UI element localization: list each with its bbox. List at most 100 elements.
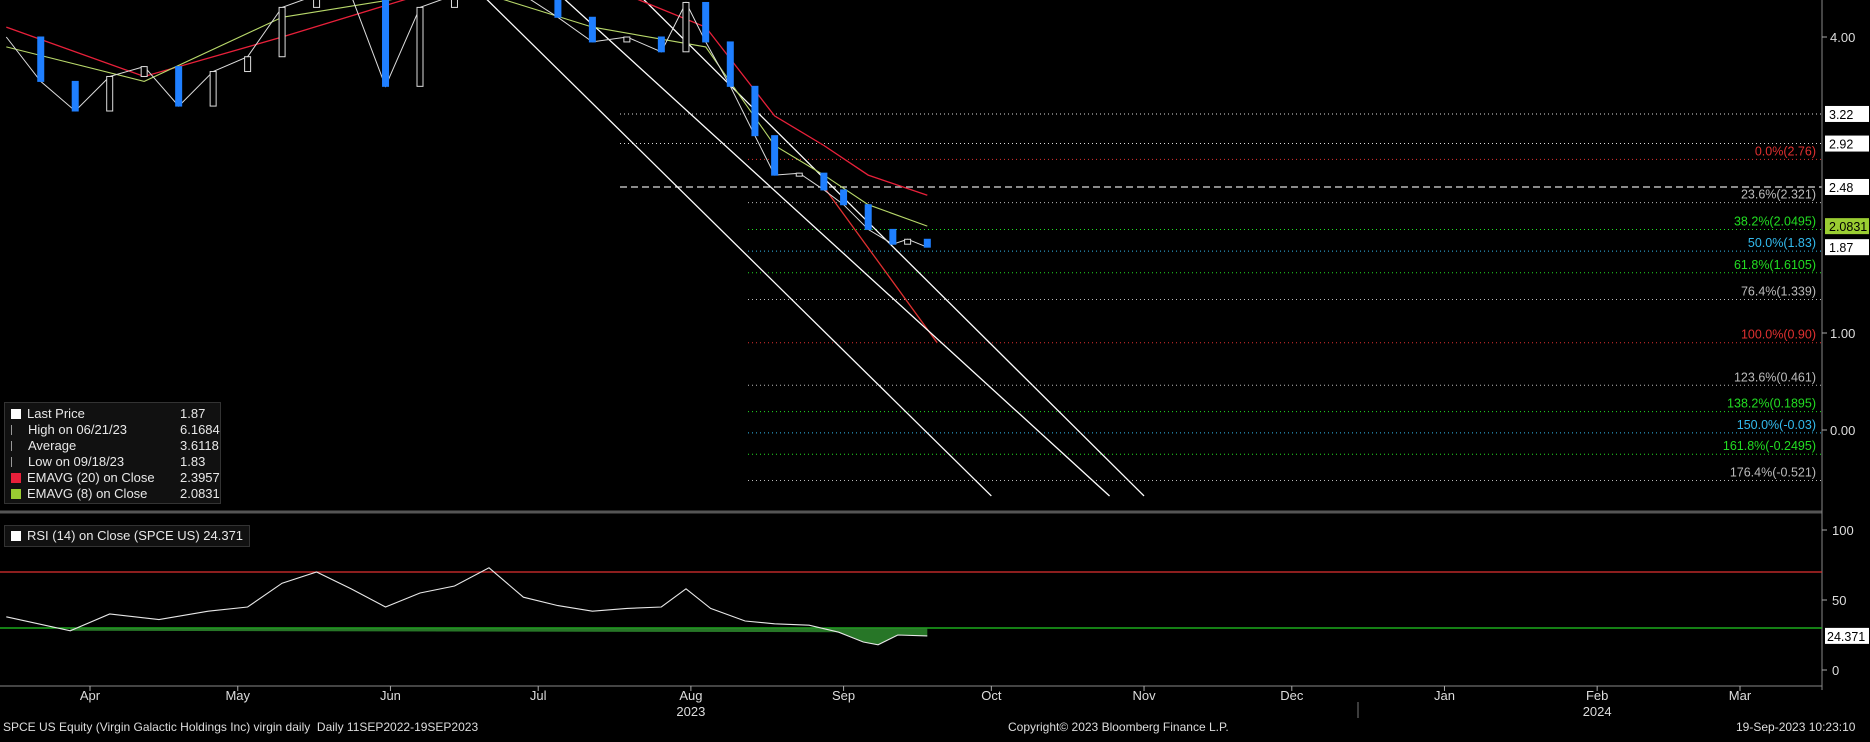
price-candle	[71, 80, 79, 112]
copyright-text: Copyright© 2023 Bloomberg Finance L.P.	[1008, 720, 1229, 734]
trend-line	[564, 0, 1110, 497]
price-candle	[382, 0, 390, 87]
price-candle	[682, 1, 690, 53]
fibonacci-levels: 0.0%(2.76) 23.6%(2.321) 38.2%(2.0495) 50.0%…	[620, 113, 1822, 482]
legend-swatch	[11, 489, 21, 499]
x-tick-label: Oct	[981, 688, 1002, 703]
price-candle	[771, 135, 779, 176]
price-candle	[923, 238, 931, 248]
timestamp-text: 19-Sep-2023 10:23:10	[1736, 720, 1856, 734]
price-wick-path	[5, 0, 928, 248]
x-tick-label: Apr	[80, 688, 101, 703]
trend-line	[823, 186, 938, 344]
year-label: 2024	[1583, 704, 1612, 719]
fib-level-label: 38.2%(2.0495)	[1734, 214, 1816, 228]
fib-level-label: 161.8%(-0.2495)	[1723, 439, 1816, 453]
legend-value: 2.3957	[180, 470, 220, 485]
legend-value: 1.83	[180, 454, 206, 469]
price-candle	[795, 172, 803, 177]
x-tick-label: Feb	[1586, 688, 1608, 703]
price-candle	[864, 204, 872, 230]
price-candle	[657, 36, 665, 53]
legend-item: EMAVG (8) on Close 2.0831	[11, 486, 220, 502]
price-candle	[313, 0, 321, 8]
price-candle	[702, 1, 710, 43]
fib-level-label: 23.6%(2.321)	[1741, 188, 1816, 202]
ema20-line	[6, 0, 928, 196]
legend-label: EMAVG (8) on Close	[27, 486, 148, 501]
legend-item: High on 06/21/23 6.1684	[11, 422, 220, 438]
x-tick-label: Jul	[530, 688, 547, 703]
fib-level-label: 123.6%(0.461)	[1734, 370, 1816, 384]
price-label-text: 2.92	[1829, 138, 1853, 152]
legend-value: 1.87	[180, 406, 206, 421]
x-tick-label: Aug	[679, 688, 702, 703]
ticker-text: SPCE US Equity (Virgin Galactic Holdings…	[3, 720, 311, 734]
legend-item: Low on 09/18/23 1.83	[11, 454, 205, 470]
rsi-tick-label: 100	[1832, 523, 1854, 538]
legend-item: Last Price 1.87	[11, 406, 205, 422]
rsi-legend: RSI (14) on Close (SPCE US) 24.371	[4, 525, 251, 547]
price-candle	[588, 16, 596, 43]
range-text: Daily 11SEP2022-19SEP2023	[316, 720, 479, 734]
x-tick-label: Nov	[1132, 688, 1156, 703]
x-tick-label: Mar	[1729, 688, 1752, 703]
price-label-text: 3.22	[1829, 108, 1853, 122]
rsi-swatch	[11, 531, 21, 541]
price-candle	[840, 189, 848, 206]
legend-swatch	[11, 473, 21, 483]
price-label-text: 1.87	[1829, 241, 1853, 255]
fib-level-label: 76.4%(1.339)	[1741, 285, 1816, 299]
x-tick-label: Jun	[380, 688, 401, 703]
legend-value: 6.1684	[180, 422, 220, 437]
price-candle	[416, 6, 424, 87]
fib-level-label: 150.0%(-0.03)	[1737, 418, 1816, 432]
price-candle	[37, 36, 45, 82]
x-tick-label: Dec	[1280, 688, 1304, 703]
x-tick-label: May	[225, 688, 250, 703]
legend-label: Low on 09/18/23	[28, 454, 125, 469]
trendlines	[486, 0, 1145, 497]
legend-swatch	[11, 409, 21, 419]
price-candle	[889, 228, 897, 245]
chart-canvas: 0.0%(2.76) 23.6%(2.321) 38.2%(2.0495) 50.0%…	[0, 0, 1869, 719]
fib-level-label: 176.4%(-0.521)	[1730, 466, 1816, 480]
fib-level-label: 61.8%(1.6105)	[1734, 258, 1816, 272]
price-candle	[751, 85, 759, 137]
legend-label: High on 06/21/23	[28, 422, 128, 437]
x-tick-label: Jan	[1434, 688, 1455, 703]
trend-line	[486, 0, 992, 497]
rsi-tick-label: 0	[1832, 663, 1839, 678]
legend-value: 2.0831	[180, 486, 220, 501]
legend-swatch	[11, 457, 22, 467]
year-label: 2023	[676, 704, 705, 719]
price-candle	[244, 56, 252, 73]
rsi-line	[6, 567, 928, 646]
price-candle	[623, 36, 631, 43]
price-candle	[820, 172, 828, 191]
price-candle	[106, 75, 114, 112]
legend-item: Average 3.6118	[11, 438, 219, 454]
price-candle	[175, 66, 183, 107]
y-tick-label: 4.00	[1830, 30, 1855, 45]
price-candle	[554, 0, 562, 18]
price-series	[5, 0, 931, 248]
legend-item: EMAVG (20) on Close 2.3957	[11, 470, 220, 486]
fib-level-label: 50.0%(1.83)	[1748, 236, 1816, 250]
moving-averages	[6, 0, 928, 227]
footer-ticker: SPCE US Equity (Virgin Galactic Holdings…	[3, 720, 478, 734]
price-legend: Last Price 1.87 High on 06/21/23 6.1684 Aver…	[4, 402, 221, 504]
price-candle	[209, 71, 217, 107]
fib-level-label: 138.2%(0.1895)	[1727, 397, 1816, 411]
price-label-text: 2.48	[1829, 181, 1853, 195]
rsi-oversold-fill	[70, 628, 928, 645]
ema8-line	[6, 0, 928, 227]
y-tick-label: 1.00	[1830, 326, 1855, 341]
legend-label: Average	[28, 438, 77, 453]
price-candle	[726, 41, 734, 87]
axes: 4.00 1.00 0.00 3.22 2.92 2.48 2.0831 1.87 Apr May…	[0, 0, 1869, 719]
legend-label: Last Price	[27, 406, 85, 421]
fib-level-label: 100.0%(0.90)	[1741, 328, 1816, 342]
x-tick-label: Sep	[832, 688, 855, 703]
price-candle	[450, 0, 458, 8]
